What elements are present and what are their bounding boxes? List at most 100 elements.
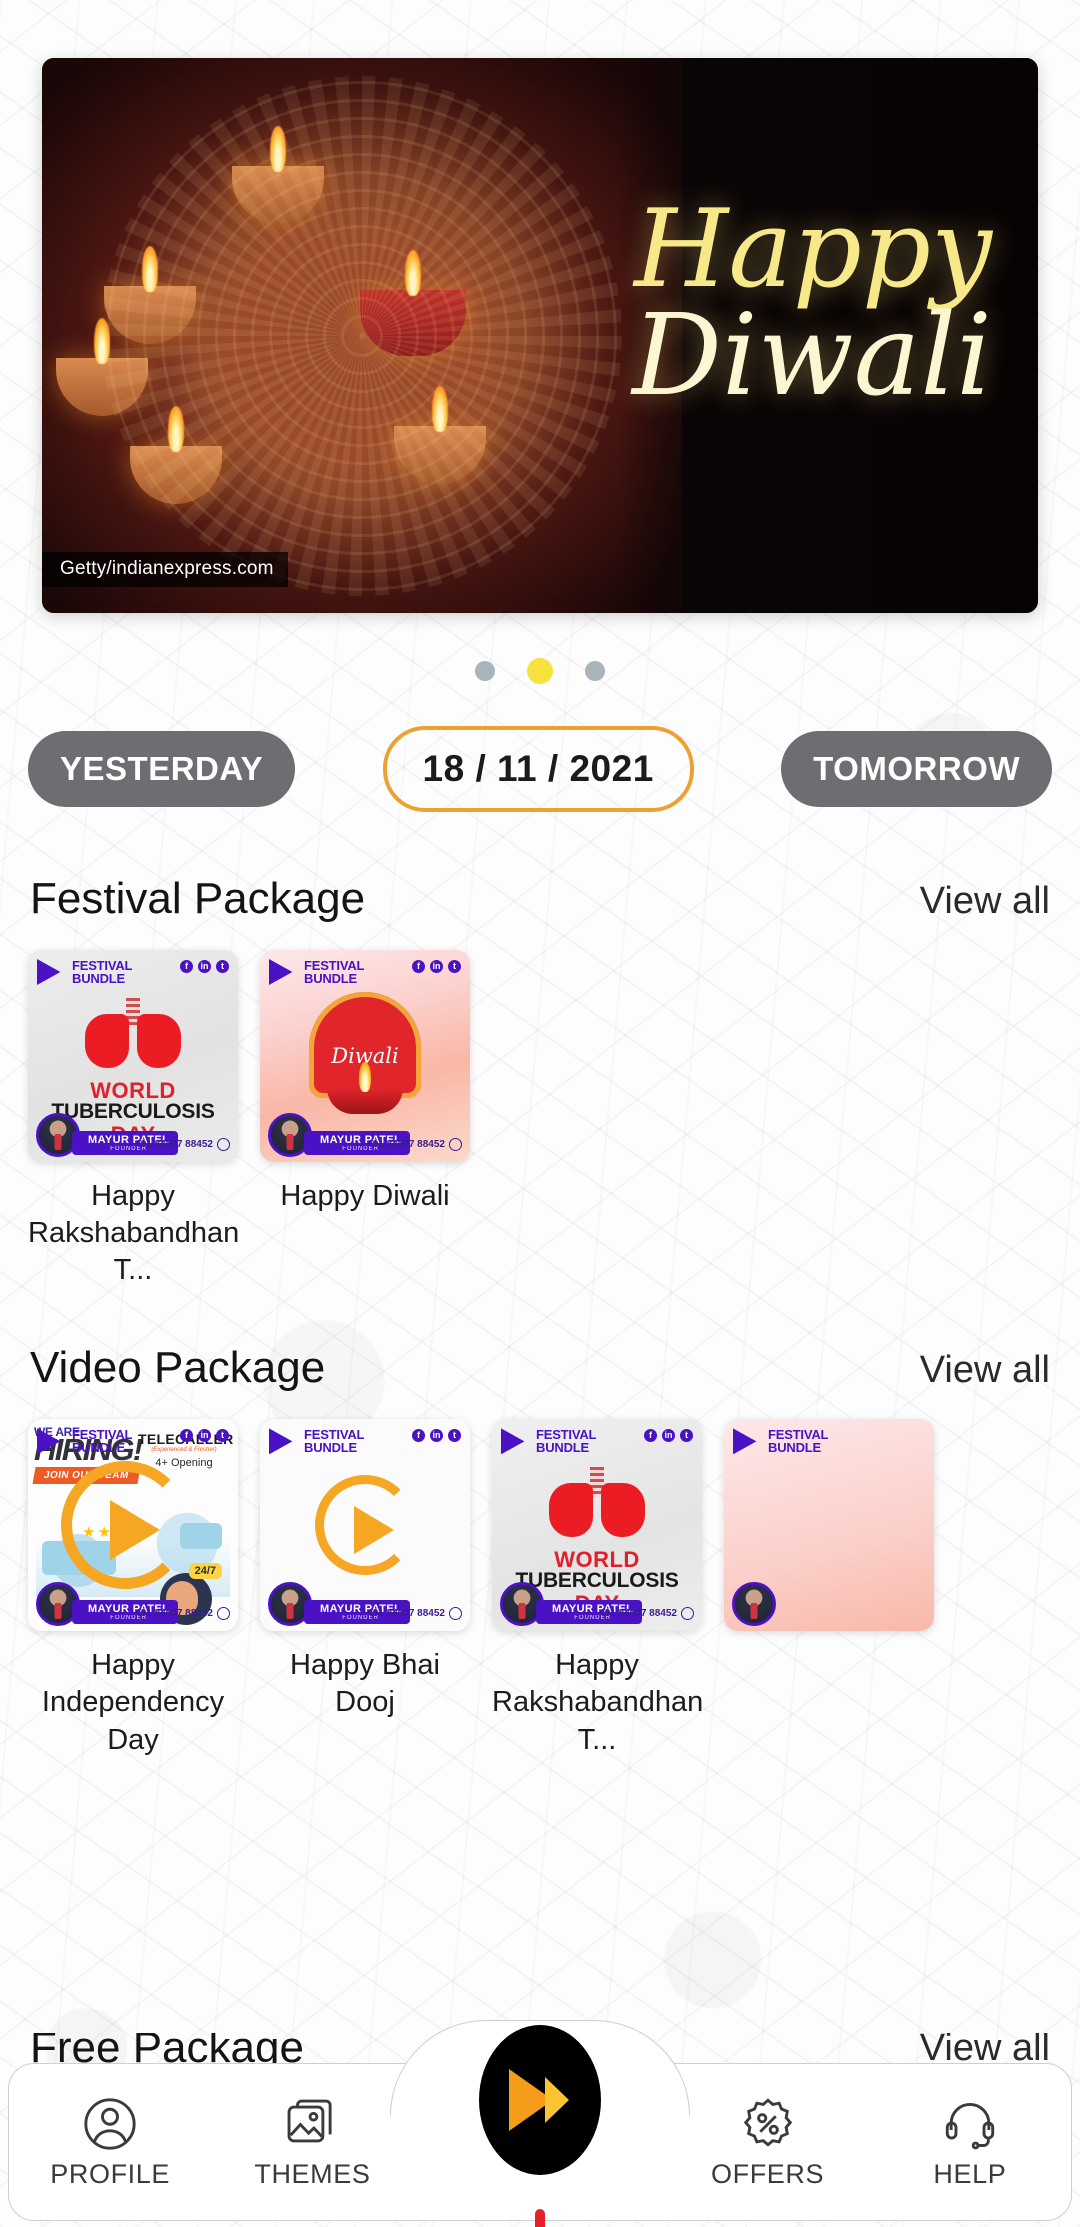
diya-lamp-icon <box>232 126 324 224</box>
banner-slide[interactable]: Happy Diwali Getty/indianexpress.com <box>42 58 1038 613</box>
phone-text: +91 84607 88452 <box>598 1608 677 1620</box>
video-card-3[interactable]: WORLD TUBERCULOSIS DAY FESTIVAL BUNDLE f… <box>492 1419 704 1758</box>
brand-line2: BUNDLE <box>72 971 125 986</box>
video-package-rail[interactable]: ★★★ 24/7 WE ARE HIRING! JOIN OUR TEAM TE… <box>0 1393 1080 1758</box>
card-caption: Happy Independency Day <box>41 1649 225 1756</box>
avatar <box>732 1582 776 1627</box>
carousel-dots[interactable] <box>0 658 1080 684</box>
nav-item-profile[interactable]: PROFILE <box>9 2095 211 2190</box>
image-gallery-icon <box>211 2095 413 2153</box>
diya-lamp-icon <box>56 318 148 416</box>
view-all-festival-package[interactable]: View all <box>920 880 1050 923</box>
play-logo-icon <box>37 1428 61 1455</box>
phone-text: +91 84607 88452 <box>134 1139 213 1150</box>
yesterday-button[interactable]: YESTERDAY <box>28 731 296 807</box>
card-thumbnail[interactable]: WORLD TUBERCULOSIS DAY FESTIVAL BUNDLE f… <box>492 1419 702 1632</box>
section-title-free-package: Free Package <box>30 2033 304 2067</box>
carousel-dot-1[interactable] <box>475 661 495 681</box>
banner-carousel[interactable]: Happy Diwali Getty/indianexpress.com <box>0 0 1080 613</box>
lungs-icon <box>85 998 181 1068</box>
instagram-icon: in <box>198 960 211 973</box>
section-header-festival-package: Festival Package View all <box>0 874 1080 924</box>
festival-bundle-logo: FESTIVAL BUNDLE <box>37 1428 132 1455</box>
card-thumbnail[interactable]: Diwali FESTIVAL BUNDLE f in t MAYUR PATE… <box>260 950 470 1162</box>
diwali-photo <box>42 58 682 613</box>
phone-text: +91 84607 88452 <box>366 1139 445 1150</box>
whatsapp-icon <box>681 1607 694 1621</box>
brand-line2: BUNDLE <box>536 1440 589 1456</box>
play-button-overlay-icon[interactable] <box>60 1461 189 1590</box>
play-logo-icon <box>733 1428 757 1455</box>
fab-create-button[interactable] <box>479 2025 601 2175</box>
section-title-festival-package: Festival Package <box>30 874 366 923</box>
play-button-overlay-icon[interactable] <box>315 1475 415 1576</box>
brand-line2: BUNDLE <box>768 1440 821 1456</box>
video-card-2[interactable]: FESTIVAL BUNDLE f in t MAYUR PATEL FOUND… <box>260 1419 470 1758</box>
carousel-dot-3[interactable] <box>585 661 605 681</box>
card-thumbnail[interactable]: FESTIVAL BUNDLE f in t MAYUR PATEL FOUND… <box>260 1419 470 1632</box>
nav-item-themes[interactable]: THEMES <box>211 2095 413 2190</box>
diya-lamp-center-icon <box>360 250 466 356</box>
diya-lamp-icon <box>130 406 222 504</box>
phone-text: +91 84607 88452 <box>134 1608 213 1620</box>
card-caption: Happy Diwali <box>280 1180 450 1212</box>
card-thumbnail[interactable]: ★★★ 24/7 WE ARE HIRING! JOIN OUR TEAM TE… <box>28 1419 238 1632</box>
banner-credit-watermark: Getty/indianexpress.com <box>42 552 288 587</box>
instagram-icon: in <box>198 1429 211 1443</box>
card-caption: Happy Rakshabandhan T... <box>28 1180 240 1287</box>
home-indicator <box>535 2209 545 2227</box>
diya-lamp-icon <box>394 386 486 484</box>
play-logo-icon <box>37 959 61 985</box>
nav-item-help[interactable]: HELP <box>869 2095 1071 2190</box>
person-icon <box>9 2095 211 2153</box>
video-card-4[interactable]: FESTIVAL BUNDLE <box>724 1419 934 1758</box>
date-selector: YESTERDAY 18 / 11 / 2021 TOMORROW <box>0 684 1080 812</box>
play-logo-icon <box>269 959 293 985</box>
current-date-display[interactable]: 18 / 11 / 2021 <box>382 726 694 812</box>
festival-card-1[interactable]: WORLD TUBERCULOSIS DAY FESTIVAL BUNDLE f… <box>28 950 240 1289</box>
nav-item-offers[interactable]: OFFERS <box>666 2095 868 2190</box>
social-icons: f in t <box>412 1429 461 1443</box>
festival-bundle-logo: FESTIVAL BUNDLE <box>269 959 364 985</box>
bottom-navigation: Free Package View all PROFILE THEMES OFF… <box>0 2020 1080 2227</box>
phone-number: +91 84607 88452 <box>366 1607 462 1621</box>
banner-title: Happy Diwali <box>632 195 992 422</box>
carousel-dot-2-active[interactable] <box>527 658 553 684</box>
festival-package-rail[interactable]: WORLD TUBERCULOSIS DAY FESTIVAL BUNDLE f… <box>0 924 1080 1289</box>
nav-label-offers: OFFERS <box>711 2158 825 2189</box>
video-card-1[interactable]: ★★★ 24/7 WE ARE HIRING! JOIN OUR TEAM TE… <box>28 1419 238 1758</box>
tomorrow-button[interactable]: TOMORROW <box>781 731 1052 807</box>
badge-247: 24/7 <box>188 1563 222 1580</box>
instagram-icon: in <box>662 1429 675 1443</box>
play-logo-icon <box>501 1428 525 1455</box>
twitter-icon: t <box>216 960 229 973</box>
whatsapp-icon <box>217 1607 230 1621</box>
social-icons: f in t <box>180 1429 229 1443</box>
card-thumbnail[interactable]: FESTIVAL BUNDLE <box>724 1419 934 1632</box>
card-thumbnail[interactable]: WORLD TUBERCULOSIS DAY FESTIVAL BUNDLE f… <box>28 950 238 1162</box>
nav-label-profile: PROFILE <box>50 2158 170 2189</box>
phone-text: +91 84607 88452 <box>366 1608 445 1620</box>
social-icons: f in t <box>412 960 461 973</box>
facebook-icon: f <box>412 1429 425 1443</box>
festival-bundle-logo: FESTIVAL BUNDLE <box>733 1428 828 1456</box>
phone-number: +91 84607 88452 <box>598 1607 694 1621</box>
phone-number: +91 84607 88452 <box>135 1138 230 1151</box>
app-screen: Happy Diwali Getty/indianexpress.com YES… <box>0 0 1080 2227</box>
twitter-icon: t <box>216 1429 229 1443</box>
section-header-video-package: Video Package View all <box>0 1343 1080 1393</box>
play-logo-icon <box>269 1428 293 1455</box>
twitter-icon: t <box>680 1429 693 1443</box>
whatsapp-icon <box>449 1138 462 1151</box>
banner-title-line2: Diwali <box>632 291 992 422</box>
percent-badge-icon <box>666 2095 868 2153</box>
festival-bundle-logo: FESTIVAL BUNDLE <box>37 959 132 985</box>
card-caption: Happy Rakshabandhan T... <box>492 1649 704 1756</box>
view-all-video-package[interactable]: View all <box>920 1349 1050 1392</box>
whatsapp-icon <box>449 1607 462 1621</box>
twitter-icon: t <box>448 960 461 973</box>
festival-card-2[interactable]: Diwali FESTIVAL BUNDLE f in t MAYUR PATE… <box>260 950 470 1289</box>
view-all-free-package[interactable]: View all <box>920 2033 1050 2067</box>
headset-icon <box>869 2095 1071 2153</box>
facebook-icon: f <box>644 1429 657 1443</box>
